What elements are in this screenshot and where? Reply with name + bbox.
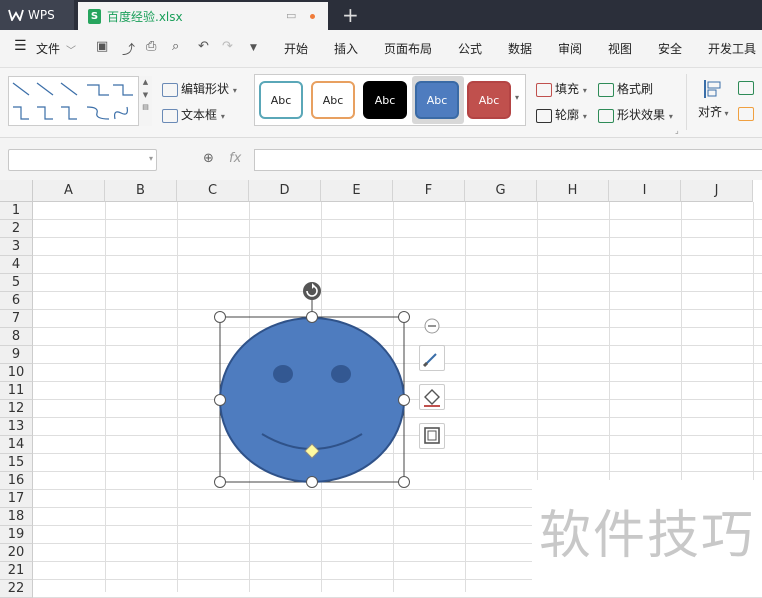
resize-handle-bottom-right[interactable] [398, 476, 410, 488]
align-button[interactable]: 对齐 ▾ [698, 78, 729, 120]
edit-shape-label: 编辑形状 [181, 82, 230, 96]
float-fill-button[interactable] [419, 384, 445, 410]
document-tab-title: 百度经验.xlsx [107, 9, 183, 24]
brush-icon [422, 353, 437, 368]
resize-handle-top-left[interactable] [214, 311, 226, 323]
menu-developer[interactable]: 开发工具 [708, 40, 756, 57]
name-box-dropdown-icon[interactable]: ▾ [149, 154, 153, 163]
outline-icon [536, 108, 552, 123]
smiley-right-eye [331, 365, 351, 383]
spreadsheet-file-icon: S [88, 8, 101, 24]
wps-home-tab[interactable]: WPS [0, 0, 74, 30]
new-tab-button[interactable]: + [342, 3, 359, 27]
save-icon[interactable]: ▣ [96, 39, 108, 54]
menu-review[interactable]: 审阅 [558, 40, 582, 57]
fill-button[interactable]: 填充 ▾ [536, 80, 587, 97]
style-option-4[interactable]: Abc [415, 81, 459, 119]
float-style-button[interactable] [419, 345, 445, 371]
text-box-button[interactable]: 文本框 ▾ [162, 106, 225, 123]
file-menu[interactable]: 文件 [36, 40, 60, 57]
insert-function-icon[interactable]: fx [229, 151, 241, 166]
resize-handle-left[interactable] [214, 394, 226, 406]
shape-style-gallery[interactable]: Abc Abc Abc Abc Abc ▾ [254, 74, 526, 126]
fill-label: 填充 [555, 82, 580, 96]
style-option-2[interactable]: Abc [311, 81, 355, 119]
cloud-save-icon[interactable]: ⤴ [122, 39, 135, 58]
wps-logo-label: WPS [28, 8, 55, 22]
print-icon[interactable]: ⎙ [146, 39, 156, 54]
document-tab[interactable]: S 百度经验.xlsx ▭ [78, 2, 328, 30]
formula-input[interactable] [254, 149, 762, 171]
format-painter-label: 格式刷 [617, 82, 654, 96]
shape-effects-icon [598, 108, 614, 123]
fill-icon [536, 82, 552, 97]
title-bar: WPS S 百度经验.xlsx ▭ + [0, 0, 762, 30]
menu-bar: ☰ 文件 ﹀ ▣ ⤴ ⎙ ⌕ ↶ ↷ ▼ 开始 插入 页面布局 公式 数据 审阅… [0, 30, 762, 68]
edit-shape-icon [162, 82, 178, 97]
format-painter-icon [598, 82, 614, 97]
watermark-text: 软件技巧 [532, 480, 762, 592]
connector-gallery[interactable] [8, 76, 152, 126]
shape-effects-button[interactable]: 形状效果 ▾ [598, 106, 673, 123]
connector-shapes-icon [12, 82, 133, 120]
align-label: 对齐 [698, 105, 723, 119]
wps-logo-icon [8, 9, 24, 21]
monitor-icon[interactable]: ▭ [286, 9, 296, 22]
ribbon-divider [686, 74, 687, 130]
unsaved-dot-icon [310, 14, 315, 19]
style-option-1[interactable]: Abc [259, 81, 303, 119]
rotate-handle-icon[interactable] [303, 282, 321, 300]
edit-shape-button[interactable]: 编辑形状 ▾ [162, 80, 237, 97]
outline-frame-icon [424, 427, 440, 444]
align-icon [704, 80, 721, 98]
menu-start[interactable]: 开始 [284, 40, 308, 57]
style-option-5[interactable]: Abc [467, 81, 511, 119]
outline-label: 轮廓 [555, 108, 580, 122]
text-box-label: 文本框 [181, 108, 218, 122]
gallery-scroll[interactable]: ▲ ▼ ▤ [138, 76, 152, 126]
style-option-3[interactable]: Abc [363, 81, 407, 119]
float-outline-button[interactable] [419, 423, 445, 449]
text-box-icon [162, 108, 178, 123]
menu-data[interactable]: 数据 [508, 40, 532, 57]
chevron-down-icon[interactable]: ﹀ [66, 42, 76, 57]
print-preview-icon[interactable]: ⌕ [172, 39, 179, 54]
formula-bar: ▾ ⊕ fx [0, 138, 762, 180]
name-box[interactable]: ▾ [8, 149, 157, 171]
menu-security[interactable]: 安全 [658, 40, 682, 57]
hamburger-menu-icon[interactable]: ☰ [14, 38, 27, 54]
ribbon: ▲ ▼ ▤ 编辑形状 ▾ 文本框 ▾ Abc Abc Abc Abc Abc ▾ 填… [0, 68, 762, 138]
redo-icon[interactable]: ↷ [222, 39, 233, 54]
format-painter-button[interactable]: 格式刷 [598, 80, 653, 97]
resize-handle-bottom[interactable] [306, 476, 318, 488]
menu-formulas[interactable]: 公式 [458, 40, 482, 57]
customize-toolbar-icon[interactable]: ▼ [250, 43, 257, 53]
shape-effects-label: 形状效果 [617, 108, 666, 122]
rotate-icon[interactable] [738, 106, 757, 121]
outline-button[interactable]: 轮廓 ▾ [536, 106, 587, 123]
resize-handle-right[interactable] [398, 394, 410, 406]
zoom-icon[interactable]: ⊕ [203, 151, 214, 166]
style-gallery-more-icon[interactable]: ▾ [515, 93, 519, 102]
undo-icon[interactable]: ↶ [198, 39, 209, 54]
resize-handle-bottom-left[interactable] [214, 476, 226, 488]
smiley-left-eye [273, 365, 293, 383]
dialog-launcher-icon[interactable]: ⌟ [675, 126, 679, 135]
menu-view[interactable]: 视图 [608, 40, 632, 57]
menu-insert[interactable]: 插入 [334, 40, 358, 57]
resize-handle-top-right[interactable] [398, 311, 410, 323]
collapse-float-icon[interactable] [424, 318, 440, 334]
menu-page-layout[interactable]: 页面布局 [384, 40, 432, 57]
resize-handle-top[interactable] [306, 311, 318, 323]
group-icon[interactable] [738, 80, 757, 95]
fill-bucket-icon [424, 389, 440, 407]
